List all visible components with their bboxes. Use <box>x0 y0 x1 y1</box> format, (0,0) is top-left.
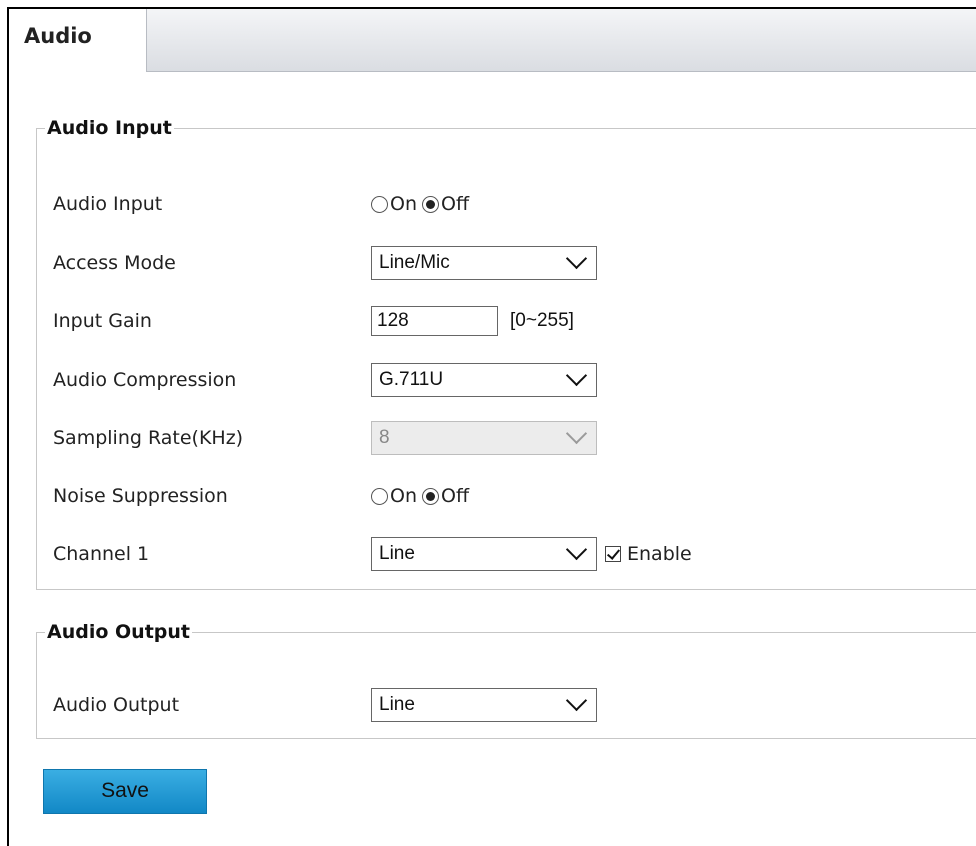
audio-input-row: Audio Input On Off <box>53 187 953 221</box>
audio-settings-panel: Audio Audio Input Audio Input On Off Acc… <box>7 7 976 846</box>
chevron-down-icon <box>565 689 588 712</box>
sampling-rate-label: Sampling Rate(KHz) <box>53 427 244 449</box>
input-gain-label: Input Gain <box>53 310 152 332</box>
tab-audio[interactable]: Audio <box>9 9 147 72</box>
audio-input-on-label: On <box>390 193 417 215</box>
audio-compression-row: Audio Compression G.711U <box>53 363 953 397</box>
audio-input-section: Audio Input Audio Input On Off Access Mo… <box>36 117 976 590</box>
audio-input-off-radio[interactable] <box>422 195 439 213</box>
audio-compression-select[interactable]: G.711U <box>371 363 597 397</box>
noise-suppression-off-label: Off <box>441 485 470 507</box>
sampling-rate-value: 8 <box>379 427 390 448</box>
access-mode-select[interactable]: Line/Mic <box>371 246 597 280</box>
audio-output-row: Audio Output Line <box>53 688 953 722</box>
audio-output-legend: Audio Output <box>47 621 190 643</box>
save-button[interactable]: Save <box>43 769 207 814</box>
noise-suppression-on-label: On <box>390 485 417 507</box>
audio-output-section: Audio Output Audio Output Line <box>36 621 976 739</box>
audio-input-off-label: Off <box>441 193 470 215</box>
audio-output-label: Audio Output <box>53 694 180 716</box>
access-mode-row: Access Mode Line/Mic <box>53 246 953 280</box>
audio-compression-value: G.711U <box>379 369 444 390</box>
channel1-enable-label: Enable <box>627 543 692 565</box>
noise-suppression-off-radio[interactable] <box>422 487 439 505</box>
input-gain-range: [0~255] <box>510 310 574 331</box>
channel1-value: Line <box>379 543 415 564</box>
noise-suppression-row: Noise Suppression On Off <box>53 479 953 513</box>
audio-output-select[interactable]: Line <box>371 688 597 722</box>
tab-bar: Audio <box>9 9 976 72</box>
access-mode-value: Line/Mic <box>379 252 450 273</box>
channel1-select[interactable]: Line <box>371 537 597 571</box>
chevron-down-icon <box>565 538 588 561</box>
chevron-down-icon <box>565 247 588 270</box>
audio-input-legend: Audio Input <box>47 117 172 139</box>
sampling-rate-row: Sampling Rate(KHz) 8 <box>53 421 953 455</box>
channel1-row: Channel 1 Line Enable <box>53 537 953 571</box>
noise-suppression-on-radio[interactable] <box>371 487 388 505</box>
channel1-enable-checkbox[interactable] <box>605 546 621 562</box>
audio-input-on-radio[interactable] <box>371 195 388 213</box>
input-gain-row: Input Gain 128 [0~255] <box>53 304 953 338</box>
audio-input-label: Audio Input <box>53 193 163 215</box>
access-mode-label: Access Mode <box>53 252 176 274</box>
channel1-label: Channel 1 <box>53 543 150 565</box>
sampling-rate-select: 8 <box>371 421 597 455</box>
audio-compression-label: Audio Compression <box>53 369 237 391</box>
input-gain-field[interactable]: 128 <box>371 306 498 336</box>
chevron-down-icon <box>565 422 588 445</box>
chevron-down-icon <box>565 364 588 387</box>
noise-suppression-label: Noise Suppression <box>53 485 228 507</box>
audio-output-value: Line <box>379 694 415 715</box>
